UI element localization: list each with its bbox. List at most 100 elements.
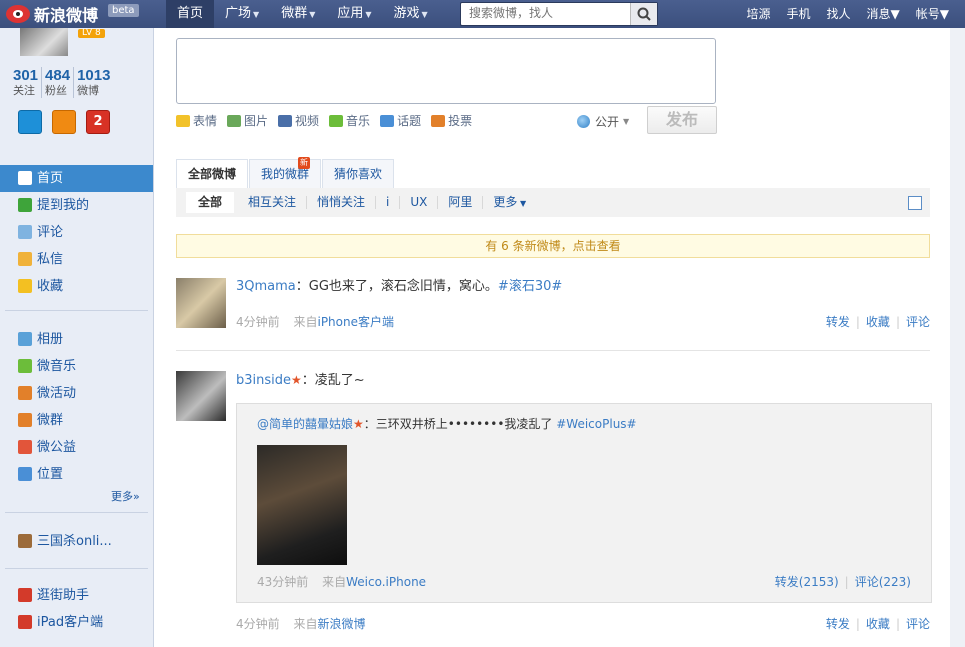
feed-tab[interactable]: 全部微博 <box>176 159 249 188</box>
chevron-down-icon: ▼ <box>517 198 527 208</box>
sidebar-item[interactable]: 提到我的 <box>0 192 153 219</box>
sidebar-item[interactable]: 微群 <box>0 407 153 434</box>
post-time[interactable]: 4分钟前 <box>236 617 280 631</box>
sidebar-item[interactable]: 私信 <box>0 246 153 273</box>
favorite-button[interactable]: 收藏 <box>866 617 890 631</box>
nav-item[interactable]: 首页 <box>166 0 215 28</box>
username-link[interactable]: 3Qmama <box>236 279 296 294</box>
topic-link[interactable]: #WeicoPlus# <box>556 417 636 431</box>
post-time[interactable]: 43分钟前 <box>257 575 308 589</box>
topic-link[interactable]: #滚石30# <box>498 279 562 294</box>
sidebar-item-label: 收藏 <box>37 279 64 294</box>
sidebar-item[interactable]: 逛街助手 <box>0 582 153 609</box>
post-time[interactable]: 4分钟前 <box>236 315 280 329</box>
sidebar-item[interactable]: 微音乐 <box>0 353 153 380</box>
new-posts-notice[interactable]: 有 6 条新微博，点击查看 <box>176 234 930 258</box>
comment-button[interactable]: 评论 <box>906 315 930 329</box>
source-link[interactable]: Weico.iPhone <box>346 575 426 589</box>
id-card-medal-icon[interactable] <box>52 110 76 134</box>
repost-button[interactable]: 转发 <box>826 617 850 631</box>
nav-item[interactable]: 找人 <box>818 0 858 28</box>
feed-tab[interactable]: 猜你喜欢 <box>322 159 395 188</box>
feed-subtab[interactable]: 阿里 <box>438 196 484 209</box>
profile-stat[interactable]: 1013 微博 <box>77 67 113 98</box>
sidebar-item[interactable]: iPad客户端 <box>0 609 153 636</box>
nav-item[interactable]: 培源 <box>738 0 778 28</box>
hand-medal-icon[interactable] <box>18 110 42 134</box>
collapse-toggle-icon[interactable] <box>908 196 922 210</box>
compose-tool-label: 表情 <box>193 114 218 128</box>
vertical-scrollbar[interactable] <box>950 28 965 647</box>
sidebar-item[interactable]: 位置 <box>0 461 153 488</box>
sidebar-item[interactable]: 微活动 <box>0 380 153 407</box>
stat-label: 粉丝 <box>45 84 68 97</box>
sidebar-item[interactable]: 收藏 <box>0 273 153 300</box>
compose-textarea[interactable] <box>176 38 716 104</box>
user-avatar[interactable] <box>20 28 68 56</box>
post-photo[interactable] <box>257 445 347 565</box>
nav-item[interactable]: 广场 ▼ <box>214 0 270 28</box>
compose-tool[interactable]: 投票 <box>431 112 472 129</box>
compose-tool[interactable]: 话题 <box>380 112 421 129</box>
comment-button[interactable]: 评论(223) <box>855 575 911 589</box>
user-avatar[interactable] <box>176 278 226 328</box>
feed-subtab[interactable]: 悄悄关注 <box>307 196 377 209</box>
top-navigation-bar: 新浪微博 beta 首页广场▼微群▼应用▼游戏▼ 培源手机找人消息▼帐号▼ <box>0 0 965 29</box>
nav-item[interactable]: 消息▼ <box>859 0 908 28</box>
feed-tab[interactable]: 我的微群新 <box>249 157 322 188</box>
nav-item[interactable]: 手机 <box>778 0 818 28</box>
user-avatar[interactable] <box>176 371 226 421</box>
profile-stats: 301 关注 484 粉丝 1013 微博 <box>13 67 116 98</box>
video-icon <box>278 114 293 127</box>
nav-item[interactable]: 帐号▼ <box>908 0 957 28</box>
sidebar-item[interactable]: 微公益 <box>0 434 153 461</box>
shop-icon <box>18 588 32 602</box>
profile-stat[interactable]: 301 关注 <box>13 67 43 98</box>
compose-tool[interactable]: 图片 <box>227 112 268 129</box>
compose-tool[interactable]: 音乐 <box>329 112 370 129</box>
post-button[interactable]: 发布 <box>647 106 717 134</box>
source-link[interactable]: iPhone客户端 <box>317 315 394 329</box>
main-nav: 首页 广场 ▼ 微群 ▼ 应用 ▼ 游戏 ▼ <box>166 0 439 28</box>
sidebar-divider <box>5 568 148 569</box>
feed-subtab[interactable]: 相互关注 <box>238 196 308 209</box>
compose-tool[interactable]: 表情 <box>176 112 217 129</box>
quoted-username-link[interactable]: @简单的囍暈姑娘 <box>257 417 353 431</box>
chevron-down-icon: ▼ <box>623 117 630 126</box>
weibo-logo[interactable]: 新浪微博 <box>6 3 98 25</box>
repost-button[interactable]: 转发(2153) <box>775 575 839 589</box>
feed-subtab[interactable]: 全部 <box>186 192 235 213</box>
comment-button[interactable]: 评论 <box>906 617 930 631</box>
nav-item[interactable]: 应用 ▼ <box>326 0 382 28</box>
search-input[interactable] <box>461 3 637 23</box>
sidebar-item[interactable]: 首页 <box>0 165 153 192</box>
profile-stat[interactable]: 484 粉丝 <box>45 67 75 98</box>
anniversary-medal-icon[interactable]: 2 <box>86 110 110 134</box>
album-icon <box>18 332 32 346</box>
compose-tool[interactable]: 视频 <box>278 112 319 129</box>
visibility-dropdown[interactable]: 公开 ▼ <box>577 113 629 130</box>
sidebar-item[interactable]: 三国杀onli... <box>0 528 153 555</box>
username-link[interactable]: b3inside <box>236 373 291 388</box>
search-button[interactable] <box>630 3 657 25</box>
nav-item-label: 帐号 <box>915 7 940 21</box>
repost-button[interactable]: 转发 <box>826 315 850 329</box>
source-link[interactable]: 新浪微博 <box>317 617 365 631</box>
tab-label: 我的微群 <box>261 167 310 181</box>
sidebar-item[interactable]: 评论 <box>0 219 153 246</box>
sidebar-more-link[interactable]: 更多» <box>111 488 140 504</box>
nav-item[interactable]: 微群 ▼ <box>270 0 326 28</box>
feed-body: 3Qmama：GG也来了，滚石念旧情，窝心。#滚石30# 4分钟前 来自iPho… <box>236 278 930 329</box>
feed-subtab[interactable]: UX <box>400 196 439 209</box>
subtab-label: 全部 <box>198 195 223 209</box>
nav-item[interactable]: 游戏 ▼ <box>383 0 439 28</box>
sidebar-item[interactable]: 相册 <box>0 326 153 353</box>
logo-text: 新浪微博 <box>34 6 99 25</box>
feed-subtab[interactable]: 更多 ▼ <box>483 195 536 210</box>
game-icon <box>18 534 32 548</box>
sidebar-game-menu: 三国杀onli... <box>0 528 153 555</box>
at-icon <box>18 198 32 212</box>
feed-subtab[interactable]: i <box>376 196 401 209</box>
favorite-button[interactable]: 收藏 <box>866 315 890 329</box>
sidebar-item-label: 逛街助手 <box>37 588 90 603</box>
